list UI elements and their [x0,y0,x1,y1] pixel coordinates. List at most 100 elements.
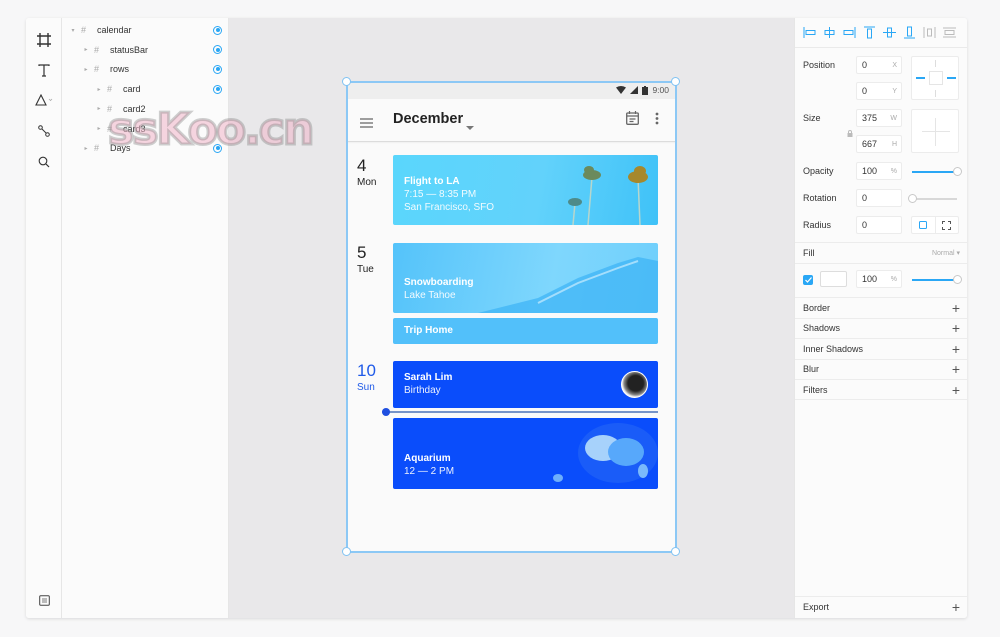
inspector-panel: Position 0X 0Y Size 375 W 667 H Opacity 10… [794,18,967,618]
align-bottom-button[interactable] [902,26,916,40]
blend-mode-select[interactable]: Normal ▾ [932,249,960,257]
position-label: Position [803,60,836,70]
event-card-trip-home[interactable]: Trip Home [393,318,658,344]
position-y-input[interactable]: 0Y [856,82,902,100]
path-tool[interactable] [34,121,54,141]
calendar-icon [626,111,639,125]
align-center-v-button[interactable] [882,26,896,40]
radius-mode-toggle [911,216,959,234]
event-card-flight[interactable]: Flight to LA 7:15 — 8:35 PM San Francisc… [393,155,658,225]
day-of-week: Sun [357,382,375,393]
section-blur[interactable]: Blur + [795,358,967,379]
resize-handle-bottom-left[interactable] [342,547,351,556]
text-tool[interactable] [34,60,54,80]
fill-opacity-slider[interactable] [912,275,962,284]
add-export-icon[interactable]: + [952,600,960,614]
add-icon[interactable]: + [952,342,960,356]
month-title[interactable]: December [393,111,463,127]
event-card-snowboarding[interactable]: Snowboarding Lake Tahoe [393,243,658,313]
align-right-button[interactable] [842,26,856,40]
event-card-birthday[interactable]: Sarah Lim Birthday [393,361,658,408]
layer-item[interactable]: ▸ # card3 [63,120,228,138]
resize-handle-top-left[interactable] [342,77,351,86]
resize-handle-bottom-right[interactable] [671,547,680,556]
visibility-toggle-icon[interactable] [213,45,222,55]
layer-item[interactable]: ▸ # rows [63,60,228,78]
fill-enabled-checkbox[interactable] [803,275,813,285]
layer-item[interactable]: ▸ # card2 [63,100,228,118]
align-left-button[interactable] [802,26,816,40]
event-title: Snowboarding [404,277,474,288]
align-center-h-button[interactable] [822,26,836,40]
section-label: Blur [803,364,820,374]
resize-handle-top-right[interactable] [671,77,680,86]
text-icon [38,63,50,77]
canvas[interactable]: 9:00 December 4 Mon 5 Tue 10 Sun Flight … [229,18,794,618]
notes-button[interactable] [34,590,54,610]
layer-name: rows [110,64,130,75]
fill-color-swatch[interactable] [820,271,847,287]
layer-item[interactable]: ▾ # calendar [63,21,228,39]
align-right-icon [843,27,855,38]
alignment-toolbar [795,18,967,48]
radius-value: 0 [862,220,868,230]
visibility-toggle-icon[interactable] [213,143,222,153]
shape-tool[interactable] [34,90,54,110]
more-options-button[interactable] [655,112,659,130]
radius-input[interactable]: 0 [856,216,902,234]
size-height-input[interactable]: 667 H [856,135,902,153]
distribute-vertical-button[interactable] [942,26,956,40]
shape-icon [35,94,53,106]
export-section-header[interactable]: Export + [795,596,967,616]
chevron-right-icon[interactable]: ▸ [82,46,90,53]
opacity-slider[interactable] [912,167,962,176]
chevron-right-icon[interactable]: ▸ [82,145,90,152]
fill-opacity-input[interactable]: 100% [856,270,902,288]
add-icon[interactable]: + [952,362,960,376]
event-title: Aquarium [404,453,451,464]
visibility-toggle-icon[interactable] [213,25,222,35]
chevron-right-icon[interactable]: ▸ [95,86,103,93]
add-icon[interactable]: + [952,321,960,335]
size-width-input[interactable]: 375 W [856,109,902,127]
section-inner-shadows[interactable]: Inner Shadows + [795,338,967,358]
lock-aspect-ratio-button[interactable] [847,124,853,142]
visibility-toggle-icon[interactable] [213,64,222,74]
section-shadows[interactable]: Shadows + [795,317,967,338]
fill-section-header[interactable]: Fill Normal ▾ [795,242,967,262]
chevron-right-icon[interactable]: ▸ [95,105,103,112]
layer-item[interactable]: ▸ # statusBar [63,41,228,59]
artboard-calendar[interactable]: 9:00 December 4 Mon 5 Tue 10 Sun Flight … [346,81,676,551]
add-icon[interactable]: + [952,301,960,315]
status-time: 9:00 [652,85,669,95]
visibility-toggle-icon[interactable] [213,84,222,94]
opacity-input[interactable]: 100% [856,162,902,180]
group-icon: # [107,123,113,134]
group-icon: # [94,143,100,154]
lock-icon [847,130,853,137]
pin-constraints-widget[interactable] [911,56,959,100]
more-vert-icon [655,112,659,125]
distribute-horizontal-button[interactable] [922,26,936,40]
align-top-button[interactable] [862,26,876,40]
chevron-right-icon[interactable]: ▸ [95,125,103,132]
position-x-input[interactable]: 0X [856,56,902,74]
rotation-slider[interactable] [908,194,957,203]
layer-item[interactable]: ▸ # card [63,80,228,98]
chevron-right-icon[interactable]: ▸ [82,66,90,73]
menu-button[interactable] [360,115,373,133]
percent-unit: % [890,275,897,283]
section-border[interactable]: Border + [795,297,967,317]
calendar-view-button[interactable] [626,111,639,130]
rotation-input[interactable]: 0 [856,189,902,207]
artboard-tool[interactable] [34,30,54,50]
month-dropdown[interactable] [466,118,474,136]
radius-individual-button[interactable] [936,217,959,233]
event-card-aquarium[interactable]: Aquarium 12 — 2 PM [393,418,658,489]
add-icon[interactable]: + [952,383,960,397]
section-filters[interactable]: Filters + [795,379,967,399]
search-tool[interactable] [34,152,54,172]
chevron-down-icon[interactable]: ▾ [69,27,77,34]
layer-item[interactable]: ▸ # Days [63,139,228,157]
radius-uniform-button[interactable] [912,217,936,233]
